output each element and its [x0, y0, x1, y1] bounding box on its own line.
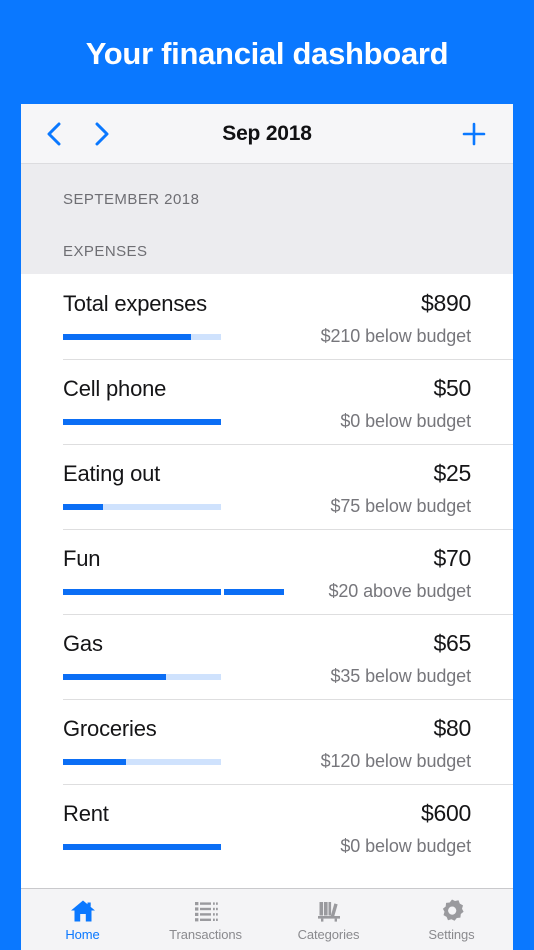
month-nav-arrows — [21, 119, 113, 149]
budget-progress-bar — [63, 758, 221, 765]
tab-categories[interactable]: Categories — [267, 889, 390, 950]
budget-status-text: $35 below budget — [330, 666, 471, 686]
expense-amount: $50 — [433, 375, 472, 401]
month-navbar: Sep 2018 — [21, 104, 513, 164]
expense-row-top: Fun $70 — [63, 529, 471, 572]
expense-name: Gas — [63, 631, 103, 656]
list-icon — [193, 898, 219, 924]
expenses-list: Total expenses $890 $210 below budget Cell … — [21, 274, 513, 888]
bottom-tab-bar: Home Transactions Categories Settings — [21, 888, 513, 950]
expense-row-top: Eating out $25 — [63, 444, 471, 487]
budget-progress-bar — [63, 333, 221, 340]
expense-amount: $25 — [433, 460, 472, 486]
month-section-header: SEPTEMBER 2018 — [21, 164, 513, 222]
expense-row[interactable]: Groceries $80 $120 below budget — [21, 699, 513, 784]
tab-home-label: Home — [65, 926, 100, 942]
expense-row-bottom: $210 below budget — [63, 326, 471, 347]
expense-amount: $65 — [433, 630, 472, 656]
expense-name: Cell phone — [63, 376, 167, 401]
budget-progress-fill — [63, 418, 221, 425]
expense-row-bottom: $0 below budget — [63, 836, 471, 857]
expense-row[interactable]: Total expenses $890 $210 below budget — [21, 274, 513, 359]
expense-name: Eating out — [63, 461, 161, 486]
expense-row[interactable]: Cell phone $50 $0 below budget — [21, 359, 513, 444]
budget-status-text: $0 below budget — [340, 411, 471, 431]
expense-row[interactable]: Eating out $25 $75 below budget — [21, 444, 513, 529]
next-month-chevron-icon[interactable] — [91, 119, 113, 149]
expense-name: Groceries — [63, 716, 157, 741]
budget-progress-bar — [63, 843, 221, 850]
budget-progress-bar — [63, 673, 221, 680]
budget-progress-bar — [63, 585, 285, 598]
previous-month-chevron-icon[interactable] — [43, 119, 65, 149]
budget-progress-fill — [63, 333, 191, 340]
expense-name: Fun — [63, 546, 101, 571]
expense-row-top: Gas $65 — [63, 614, 471, 657]
tab-settings-label: Settings — [428, 926, 475, 942]
expense-name: Total expenses — [63, 291, 207, 316]
plus-icon — [459, 119, 489, 149]
budget-progress-fill — [63, 588, 285, 595]
budget-progress-fill — [63, 673, 166, 680]
expense-amount: $600 — [421, 800, 471, 826]
tab-transactions-label: Transactions — [169, 926, 242, 942]
bookshelf-icon — [316, 898, 342, 924]
expense-row-top: Groceries $80 — [63, 699, 471, 742]
expense-amount: $70 — [433, 545, 472, 571]
expense-row-bottom: $35 below budget — [63, 666, 471, 687]
tab-home[interactable]: Home — [21, 889, 144, 950]
budget-status-text: $210 below budget — [320, 326, 472, 346]
home-icon — [70, 898, 96, 924]
expense-amount: $890 — [421, 290, 471, 316]
add-transaction-button[interactable] — [459, 119, 513, 149]
budget-limit-marker — [221, 585, 224, 598]
expense-row-bottom: $0 below budget — [63, 411, 471, 432]
budget-progress-fill — [63, 503, 103, 510]
app-screen: Your financial dashboard Sep 2018 SEPTEM… — [0, 0, 534, 950]
expense-row[interactable]: Rent $600 $0 below budget — [21, 784, 513, 869]
budget-status-text: $0 below budget — [340, 836, 471, 856]
expense-row-top: Rent $600 — [63, 784, 471, 827]
expense-row-bottom: $20 above budget — [63, 581, 471, 602]
expense-row[interactable]: Fun $70 $20 above budget — [21, 529, 513, 614]
budget-status-text: $20 above budget — [328, 581, 471, 601]
expense-name: Rent — [63, 801, 109, 826]
budget-progress-fill — [63, 758, 127, 765]
budget-progress-fill — [63, 843, 221, 850]
page-title: Your financial dashboard — [85, 36, 449, 71]
expense-row-top: Total expenses $890 — [63, 274, 471, 317]
expense-row[interactable]: Gas $65 $35 below budget — [21, 614, 513, 699]
tab-transactions[interactable]: Transactions — [144, 889, 267, 950]
expense-row-bottom: $75 below budget — [63, 496, 471, 517]
budget-progress-bar — [63, 418, 221, 425]
budget-progress-bar — [63, 503, 221, 510]
budget-status-text: $120 below budget — [320, 751, 472, 771]
budget-status-text: $75 below budget — [330, 496, 471, 516]
dashboard-card: Sep 2018 SEPTEMBER 2018 EXPENSES Total e… — [21, 104, 513, 950]
expenses-section-header: EXPENSES — [21, 222, 513, 274]
tab-settings[interactable]: Settings — [390, 889, 513, 950]
expense-row-top: Cell phone $50 — [63, 359, 471, 402]
gear-icon — [439, 898, 465, 924]
tab-categories-label: Categories — [297, 926, 360, 942]
expense-amount: $80 — [433, 715, 472, 741]
expense-row-bottom: $120 below budget — [63, 751, 471, 772]
